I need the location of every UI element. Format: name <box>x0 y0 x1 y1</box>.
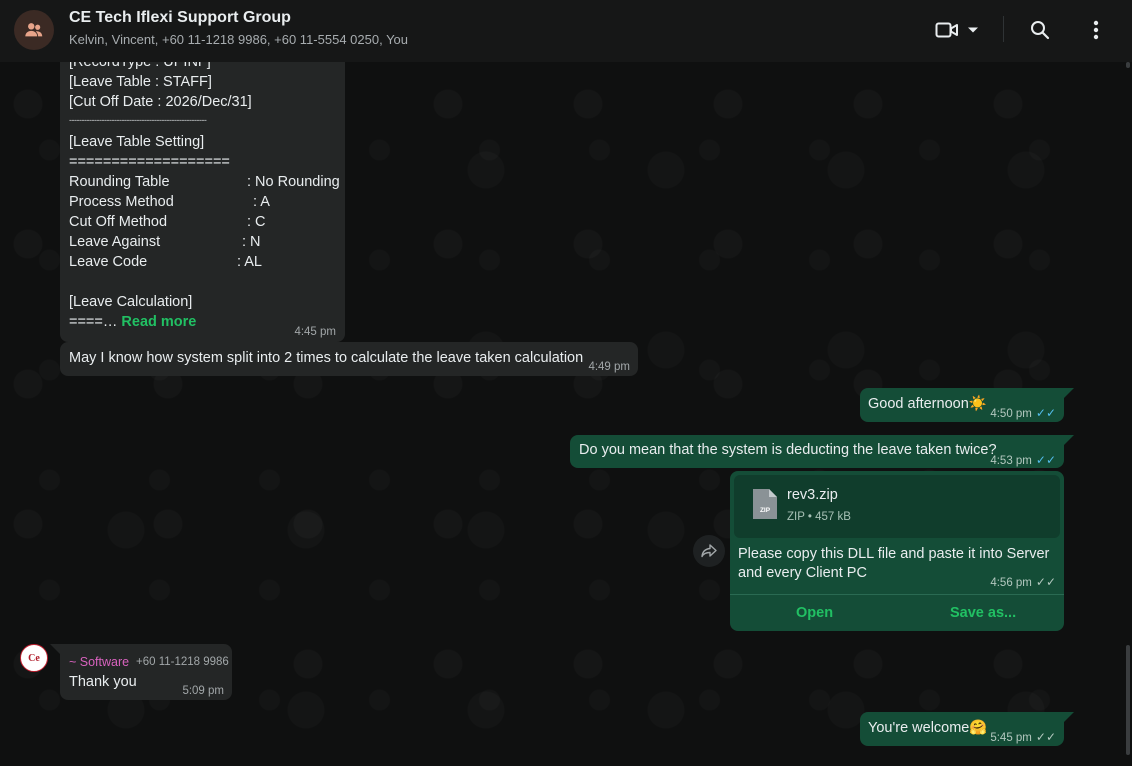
chat-panel[interactable]: [RecordType : UPINF] [Leave Table : STAF… <box>0 62 1132 766</box>
setting-value: : A <box>253 194 270 210</box>
menu-button[interactable] <box>1084 16 1108 44</box>
setting-value: : AL <box>237 254 262 270</box>
read-more-link[interactable]: Read more <box>121 314 196 330</box>
scrollbar-thumb[interactable] <box>1126 645 1130 755</box>
message-line: =================== <box>69 154 230 170</box>
group-avatar[interactable] <box>14 10 54 50</box>
search-button[interactable] <box>1026 16 1054 44</box>
message-line: [RecordType : UPINF] <box>69 62 211 70</box>
outgoing-file-message[interactable]: ZIP rev3.zip ZIP • 457 kB Please copy th… <box>730 471 1064 631</box>
message-status: 4:53 pm ✓✓ <box>990 450 1056 471</box>
header-divider <box>1003 16 1004 42</box>
action-divider <box>730 594 1064 595</box>
message-line: [Leave Table Setting] <box>69 134 205 150</box>
save-as-button[interactable]: Save as... <box>950 603 1016 623</box>
setting-label: Process Method <box>69 194 174 210</box>
message-text: Do you mean that the system is deducting… <box>579 442 997 458</box>
avatar-logo: Ce <box>28 652 40 664</box>
message-time: 4:53 pm <box>990 455 1032 467</box>
outgoing-message-afternoon[interactable]: Good afternoon☀️ 4:50 pm ✓✓ <box>860 388 1064 422</box>
read-ticks-icon: ✓✓ <box>1035 453 1056 467</box>
file-name: rev3.zip <box>787 487 838 503</box>
setting-label: Cut Off Method <box>69 214 168 230</box>
message-line: [Cut Off Date : 2026/Dec/31] <box>69 94 252 110</box>
setting-label: Leave Code <box>69 254 148 270</box>
forward-button[interactable] <box>693 535 725 567</box>
setting-value: : No Rounding <box>247 174 340 190</box>
group-icon <box>25 23 43 37</box>
hugging-emoji-icon: 🤗 <box>969 720 988 736</box>
file-size: 457 kB <box>815 511 851 523</box>
zip-file-icon: ZIP <box>753 489 777 519</box>
file-attachment[interactable]: ZIP rev3.zip ZIP • 457 kB <box>734 475 1060 538</box>
outgoing-message-deduct[interactable]: Do you mean that the system is deducting… <box>570 435 1064 468</box>
message-status: 5:45 pm ✓✓ <box>990 727 1056 748</box>
sender-name[interactable]: ~ Software <box>69 652 129 672</box>
scrollbar-top <box>1126 62 1130 68</box>
message-separator: ----------------------------------------… <box>69 115 207 125</box>
incoming-long-message[interactable]: [RecordType : UPINF] [Leave Table : STAF… <box>60 62 345 342</box>
message-time: 4:50 pm <box>990 408 1032 420</box>
sun-emoji-icon: ☀️ <box>968 396 987 412</box>
delivered-ticks-icon: ✓✓ <box>1035 575 1056 589</box>
message-text: You're welcome <box>868 720 970 736</box>
read-ticks-icon: ✓✓ <box>1035 406 1056 420</box>
message-text: Good afternoon <box>868 396 969 412</box>
bubble-tail <box>1064 435 1074 445</box>
video-camera-icon <box>935 22 958 38</box>
message-text: May I know how system split into 2 times… <box>69 350 584 366</box>
message-time: 5:09 pm <box>182 685 224 697</box>
setting-value: : N <box>242 234 261 250</box>
setting-value: : C <box>247 214 266 230</box>
open-file-button[interactable]: Open <box>796 603 833 623</box>
bubble-tail <box>50 644 60 654</box>
setting-label: Rounding Table <box>69 174 170 190</box>
search-icon <box>1031 21 1050 40</box>
file-caption: Please copy this DLL file and paste it i… <box>738 546 1050 562</box>
kebab-menu-icon <box>1093 20 1099 40</box>
outgoing-message-welcome[interactable]: You're welcome🤗 5:45 pm ✓✓ <box>860 712 1064 746</box>
group-title[interactable]: CE Tech Iflexi Support Group <box>69 9 291 27</box>
bubble-tail <box>1064 388 1074 398</box>
delivered-ticks-icon: ✓✓ <box>1035 730 1056 744</box>
file-type: ZIP <box>787 511 805 523</box>
sender-avatar[interactable]: Ce <box>20 644 48 672</box>
truncated-text: ====… <box>69 314 118 330</box>
message-text: Thank you <box>69 674 137 690</box>
chevron-down-icon <box>968 27 978 33</box>
incoming-message-question[interactable]: May I know how system split into 2 times… <box>60 342 638 376</box>
message-status: 4:56 pm ✓✓ <box>990 572 1056 593</box>
file-icon-label: ZIP <box>760 507 771 514</box>
group-members[interactable]: Kelvin, Vincent, +60 11-1218 9986, +60 1… <box>69 32 408 47</box>
setting-label: Leave Against <box>69 234 161 250</box>
video-call-button[interactable] <box>934 17 980 43</box>
message-status: 4:50 pm ✓✓ <box>990 403 1056 424</box>
sender-phone: +60 11-1218 9986 <box>136 656 229 668</box>
incoming-message-thanks[interactable]: ~ Software +60 11-1218 9986 Thank you 5:… <box>60 644 232 700</box>
bubble-tail <box>1064 712 1074 722</box>
chat-header: CE Tech Iflexi Support Group Kelvin, Vin… <box>0 0 1132 62</box>
message-time: 4:45 pm <box>294 326 336 338</box>
message-line: [Leave Table : STAFF] <box>69 74 212 90</box>
message-line: ====… Read more <box>69 312 196 332</box>
forward-icon <box>701 544 717 558</box>
message-time: 5:45 pm <box>990 732 1032 744</box>
message-time: 4:49 pm <box>588 361 630 373</box>
message-time: 4:56 pm <box>990 577 1032 589</box>
message-line: [Leave Calculation] <box>69 294 193 310</box>
file-caption: and every Client PC <box>738 565 867 581</box>
